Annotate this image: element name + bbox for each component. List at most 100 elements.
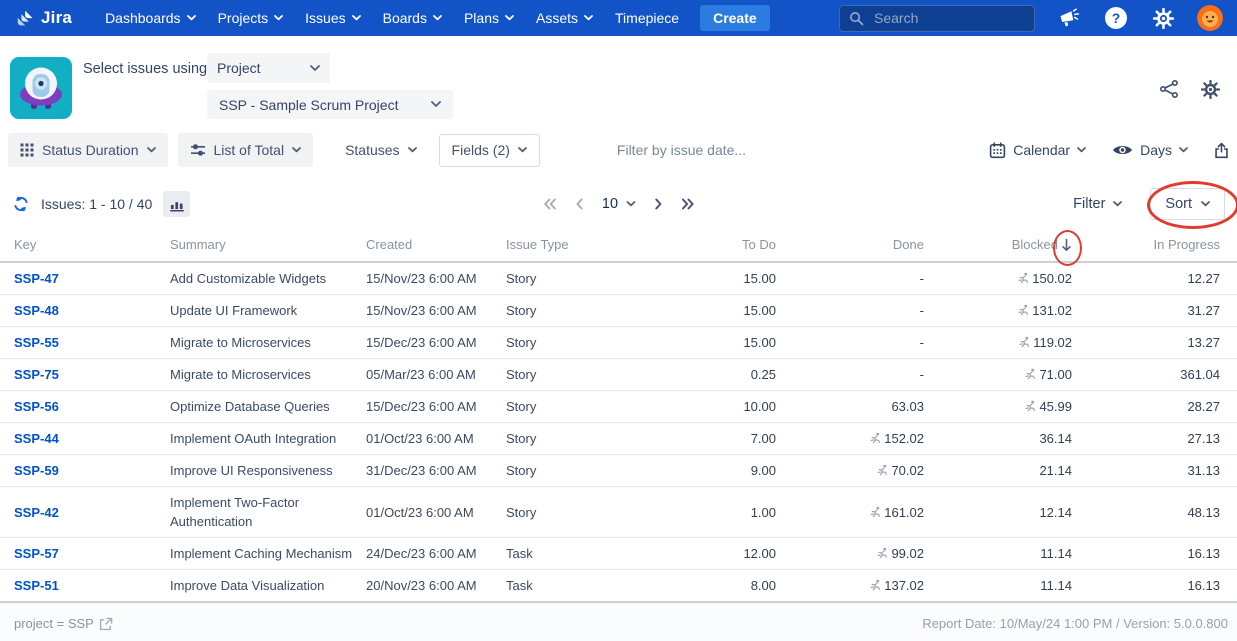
inprogress-cell: 13.27 <box>1080 327 1237 359</box>
column-header-summary[interactable]: Summary <box>170 228 366 262</box>
key-cell: SSP-55 <box>0 327 170 359</box>
issue-source-mode-select[interactable]: Project <box>207 53 330 83</box>
status-duration-button[interactable]: Status Duration <box>8 133 168 167</box>
issue-key-link[interactable]: SSP-56 <box>14 399 59 414</box>
done-cell: - <box>784 262 932 295</box>
global-search[interactable] <box>839 5 1035 32</box>
column-header-in-progress[interactable]: In Progress <box>1080 228 1237 262</box>
column-header-label: Summary <box>170 237 226 252</box>
list-of-total-button[interactable]: List of Total <box>178 133 314 167</box>
issue-key-link[interactable]: SSP-59 <box>14 463 59 478</box>
chevron-down-icon <box>274 15 283 21</box>
summary-cell: Implement Caching Mechanism <box>170 538 366 570</box>
column-header-key[interactable]: Key <box>0 228 170 262</box>
chevron-down-icon <box>310 65 320 72</box>
nav-item-label: Assets <box>536 10 578 26</box>
issue-key-link[interactable]: SSP-75 <box>14 367 59 382</box>
runner-icon <box>876 464 889 477</box>
issue-key-link[interactable]: SSP-57 <box>14 546 59 561</box>
first-page-button[interactable] <box>543 198 556 210</box>
done-cell: - <box>784 327 932 359</box>
issue-key-link[interactable]: SSP-48 <box>14 303 59 318</box>
chevron-down-icon <box>584 15 593 21</box>
nav-item-plans[interactable]: Plans <box>453 3 525 33</box>
issue-type-cell: Story <box>506 391 618 423</box>
nav-item-assets[interactable]: Assets <box>525 3 604 33</box>
column-header-to-do[interactable]: To Do <box>618 228 784 262</box>
nav-item-dashboards[interactable]: Dashboards <box>94 3 207 33</box>
create-button[interactable]: Create <box>700 5 770 31</box>
refresh-button[interactable] <box>12 195 30 213</box>
column-header-label: Blocked <box>1012 237 1058 253</box>
created-cell: 24/Dec/23 6:00 AM <box>366 538 506 570</box>
next-page-button[interactable] <box>654 198 662 210</box>
issue-key-link[interactable]: SSP-42 <box>14 505 59 520</box>
previous-page-button[interactable] <box>575 198 583 210</box>
fields-button[interactable]: Fields (2) <box>439 134 540 167</box>
last-page-button[interactable] <box>681 198 694 210</box>
table-row: SSP-48Update UI Framework15/Nov/23 6:00 … <box>0 295 1237 327</box>
issue-key-link[interactable]: SSP-44 <box>14 431 59 446</box>
done-cell: - <box>784 295 932 327</box>
blocked-cell: 150.02 <box>932 262 1080 295</box>
runner-icon <box>869 579 882 592</box>
nav-item-timepiece[interactable]: Timepiece <box>604 3 690 33</box>
summary-cell: Improve UI Responsiveness <box>170 455 366 487</box>
done-cell: 152.02 <box>784 423 932 455</box>
key-cell: SSP-47 <box>0 262 170 295</box>
nav-item-issues[interactable]: Issues <box>294 3 371 33</box>
issue-key-link[interactable]: SSP-51 <box>14 578 59 593</box>
issue-date-filter-input[interactable] <box>615 141 849 159</box>
main-nav-menu: Dashboards Projects Issues Boards Plans … <box>94 3 690 33</box>
todo-cell: 12.00 <box>618 538 784 570</box>
summary-cell: Update UI Framework <box>170 295 366 327</box>
days-unit-button[interactable]: Days <box>1112 142 1188 158</box>
report-actions <box>1158 78 1221 100</box>
chevron-down-icon <box>187 15 196 21</box>
todo-cell: 0.25 <box>618 359 784 391</box>
nav-item-projects[interactable]: Projects <box>207 3 295 33</box>
eye-icon <box>1112 143 1133 157</box>
settings-button[interactable] <box>1150 5 1176 31</box>
chart-view-button[interactable] <box>163 191 190 217</box>
column-header-label: Created <box>366 237 412 252</box>
chevron-down-icon <box>408 147 417 153</box>
help-button[interactable]: ? <box>1103 5 1129 31</box>
pagination: 10 <box>543 196 694 212</box>
table-row: SSP-57 Implement Caching Mechanism24/Dec/… <box>0 538 1237 570</box>
chevron-down-icon <box>518 147 527 153</box>
filter-button[interactable]: Filter <box>1073 196 1122 212</box>
calendar-button[interactable]: Calendar <box>989 142 1086 159</box>
navbar-right: ? <box>839 5 1223 32</box>
search-input[interactable] <box>872 9 996 27</box>
sort-desc-icon <box>1061 238 1072 252</box>
page-size-select[interactable]: 10 <box>602 196 635 212</box>
todo-cell: 15.00 <box>618 262 784 295</box>
export-button[interactable] <box>1214 142 1229 159</box>
statuses-button[interactable]: Statuses <box>333 133 428 167</box>
done-cell: 161.02 <box>784 487 932 538</box>
nav-item-boards[interactable]: Boards <box>372 3 453 33</box>
project-select[interactable]: SSP - Sample Scrum Project <box>207 90 453 119</box>
gear-icon <box>1153 8 1174 29</box>
done-cell: 137.02 <box>784 570 932 603</box>
report-settings-button[interactable] <box>1199 78 1221 100</box>
user-avatar[interactable] <box>1197 5 1223 31</box>
column-header-blocked[interactable]: Blocked <box>932 228 1080 262</box>
column-header-issue-type[interactable]: Issue Type <box>506 228 618 262</box>
column-header-label: Issue Type <box>506 237 569 252</box>
announcements-button[interactable] <box>1056 5 1082 31</box>
created-cell: 05/Mar/23 6:00 AM <box>366 359 506 391</box>
column-header-done[interactable]: Done <box>784 228 932 262</box>
chevron-down-icon <box>1201 201 1210 207</box>
issue-key-link[interactable]: SSP-55 <box>14 335 59 350</box>
jira-logo[interactable]: Jira <box>14 8 72 29</box>
issue-type-cell: Story <box>506 487 618 538</box>
inprogress-cell: 48.13 <box>1080 487 1237 538</box>
column-header-created[interactable]: Created <box>366 228 506 262</box>
table-row: SSP-59Improve UI Responsiveness31/Dec/23… <box>0 455 1237 487</box>
jql-link[interactable]: project = SSP <box>14 616 113 631</box>
issue-key-link[interactable]: SSP-47 <box>14 271 59 286</box>
share-button[interactable] <box>1158 78 1180 100</box>
sort-button[interactable]: Sort <box>1150 188 1225 220</box>
